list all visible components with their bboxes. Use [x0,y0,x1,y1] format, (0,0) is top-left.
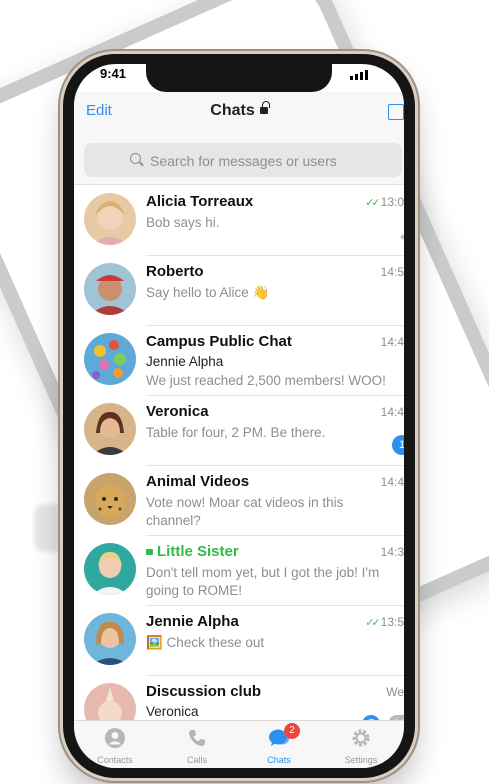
compose-icon[interactable] [388,104,404,120]
chat-time: We [386,685,404,699]
tab-bar: Contacts Calls 2 Chats Settings [74,720,404,768]
chat-time: ✓✓ 13:0 [365,195,404,209]
tab-settings[interactable]: Settings [320,721,402,768]
status-time: 9:41 [100,66,127,81]
title-label: Chats [210,102,255,119]
tab-label: Contacts [97,755,133,765]
nav-bar: Edit Chats [74,92,404,136]
search-area [74,136,404,185]
chat-time: 14:4 [380,405,404,419]
chat-name: Campus Public Chat [146,333,292,350]
secret-lock-icon [146,549,153,555]
chat-preview: Don't tell mom yet, but I got the job! I… [146,565,380,598]
chat-preview: 🖼️ Check these out [146,635,265,650]
tab-label: Settings [344,755,378,765]
chat-row-campus-public-chat[interactable]: Campus Public Chat 14:4 Jennie Alpha We … [74,325,404,396]
tab-contacts[interactable]: Contacts [74,721,156,768]
avatar [84,193,136,245]
chat-list: Alicia Torreaux ✓✓ 13:0 Bob says hi. ✦ Ro… [74,185,404,745]
search-icon [130,153,141,164]
chat-preview: Bob says hi. [146,215,220,230]
chat-name: Animal Videos [146,473,250,490]
gear-icon [352,729,370,747]
chat-name: Jennie Alpha [146,613,239,630]
chat-row-animal-videos[interactable]: Animal Videos 14:4 Vote now! Moar cat vi… [74,465,404,536]
read-check-icon: ✓✓ [365,617,381,629]
tab-badge: 2 [284,723,300,739]
read-check-icon: ✓✓ [365,197,381,209]
tab-calls[interactable]: Calls [156,721,238,768]
chat-time: 14:4 [380,475,404,489]
chat-time: 14:5 [380,265,404,279]
avatar [84,403,136,455]
chat-time: 14:4 [380,335,404,349]
phone-frame: 9:41 Edit Chats Alicia Torreaux ✓✓13:0 B… [63,54,415,778]
avatar [84,543,136,595]
tab-label: Calls [186,755,207,765]
contacts-icon [105,728,125,748]
search-bar[interactable] [84,143,402,177]
chat-time: 14:3 [380,545,404,559]
tab-label: Chats [267,755,291,765]
chat-row-jennie-alpha[interactable]: Jennie Alpha ✓✓ 13:5 🖼️ Check these out [74,605,404,676]
chat-row-little-sister[interactable]: Little Sister 14:3 Don't tell mom yet, b… [74,535,404,606]
chat-name: Little Sister [146,543,239,560]
unlock-icon[interactable] [259,101,270,114]
chat-name: Roberto [146,263,204,280]
avatar [84,473,136,525]
chat-time: ✓✓ 13:5 [365,615,404,629]
chat-row-alicia[interactable]: Alicia Torreaux ✓✓ 13:0 Bob says hi. ✦ [74,185,404,256]
phone-icon [189,730,205,746]
signal-icon [350,70,368,80]
chat-preview: We just reached 2,500 members! WOO! [146,373,386,388]
tab-chats[interactable]: 2 Chats [238,721,320,768]
avatar [84,263,136,315]
chat-row-roberto[interactable]: Roberto 14:5 Say hello to Alice 👋 [74,255,404,326]
pin-icon: ✦ [398,232,404,244]
chat-name: Veronica [146,403,209,420]
chat-name: Discussion club [146,683,262,700]
chat-preview: Table for four, 2 PM. Be there. [146,425,326,440]
avatar [84,613,136,665]
chat-name: Alicia Torreaux [146,193,254,210]
unread-badge: 1 [392,435,404,455]
page-title: Chats [74,101,404,120]
status-bar: 9:41 [74,64,404,92]
chat-sender: Veronica [146,704,199,719]
chat-sender: Jennie Alpha [146,354,224,369]
chat-preview: Say hello to Alice 👋 [146,285,270,300]
chat-preview: Vote now! Moar cat videos in this channe… [146,495,344,528]
search-input[interactable] [148,149,392,173]
chat-list-screen: 9:41 Edit Chats Alicia Torreaux ✓✓13:0 B… [74,64,404,768]
avatar [84,333,136,385]
chat-row-veronica[interactable]: Veronica 14:4 Table for four, 2 PM. Be t… [74,395,404,466]
